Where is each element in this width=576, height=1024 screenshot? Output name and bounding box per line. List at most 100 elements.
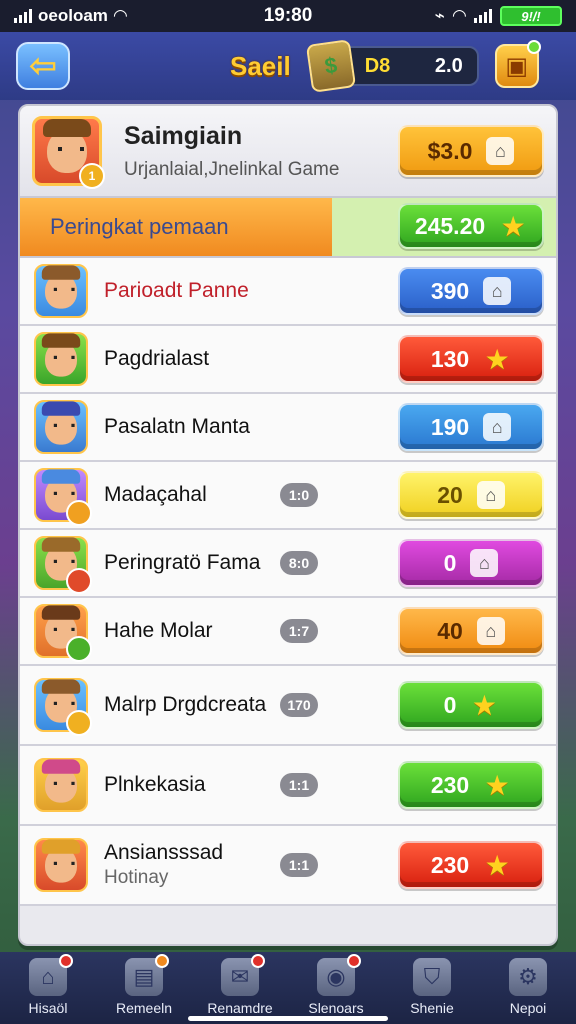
friends-icon: ◉ [317,954,361,996]
home-icon: ⌂ [476,481,505,509]
player-name-text: Peringratö Fama [104,551,261,574]
player-name: Hahe Molar [104,619,280,643]
back-arrow-icon: ⇦ [28,47,58,85]
home-icon: ⌂ [486,137,515,165]
leaderboard-row[interactable]: Plnkekasia 1:1 230 ★ [20,746,556,826]
player-name-text: Madaçahal [104,483,207,506]
avatar[interactable] [34,678,92,736]
level-chip: 170 [280,693,318,717]
avatar[interactable] [34,758,88,812]
currency-counter[interactable]: $ D8 2.0 [305,39,479,93]
nav-item[interactable]: ⌂ Hisaöl [2,954,94,1016]
cash-stack-icon: $ [305,39,356,93]
battery-label: 9!/! [521,8,541,24]
ranking-score-button[interactable]: 245.20 ★ [398,203,544,249]
avatar[interactable] [34,332,88,386]
leaderboard-row[interactable]: Pasalatn Manta 190 ⌂ [20,394,556,462]
score-value: 230 [430,851,470,878]
level-chip: 1:7 [280,619,318,643]
star-icon: ★ [484,849,510,881]
level-badge-icon [66,710,92,736]
level-chip: 8:0 [280,551,318,575]
player-header: 1 Saimgiain Urjanlaial,Jnelinkal Game $3… [20,106,556,198]
nav-item[interactable]: ✉ Renamdre [194,954,286,1016]
player-name-text: Ansiansssad [104,841,224,864]
avatar[interactable] [34,468,92,526]
score-value: 130 [430,345,470,372]
star-icon: ★ [484,343,510,375]
nfc-icon: ⌁ [434,6,445,25]
score-button[interactable]: 390 ⌂ [398,267,544,315]
player-name: Parioadt Panne [104,279,398,303]
leaderboard-list: Parioadt Panne 390 ⌂ Pagdrialast 130 ★ P… [20,258,556,906]
score-button[interactable]: 40 ⌂ [398,607,544,655]
player-subtitle: Urjanlaial,Jnelinkal Game [124,158,340,180]
avatar[interactable]: 1 [32,116,105,189]
player-name: Pagdrialast [104,347,398,371]
player-face-icon [41,333,81,377]
level-badge-icon [66,500,92,526]
player-name-text: Plnkekasia [104,773,206,796]
player-name-text: Pagdrialast [104,347,210,370]
shop-button[interactable]: ▣ [494,40,541,88]
leaderboard-row[interactable]: Pagdrialast 130 ★ [20,326,556,394]
player-face-icon [41,401,81,445]
leaderboard-row[interactable]: Madaçahal 1:0 20 ⌂ [20,462,556,530]
score-value: 190 [430,413,470,440]
nav-label: Renamdre [207,1000,273,1016]
star-icon: ★ [471,689,497,721]
leaderboard-row[interactable]: Parioadt Panne 390 ⌂ [20,258,556,326]
score-button[interactable]: 230 ★ [398,841,544,889]
player-face-icon [41,759,81,803]
status-bar: oeoloam ◠ 19:80 ⌁ ◠ 9!/! [0,0,576,32]
avatar[interactable] [34,264,88,318]
score-button[interactable]: 0 ★ [398,681,544,729]
header-score-button[interactable]: $3.0 ⌂ [398,125,544,177]
avatar[interactable] [34,838,88,892]
nav-label: Slenoars [308,1000,364,1016]
score-button[interactable]: 130 ★ [398,335,544,383]
player-name: Pasalatn Manta [104,415,398,439]
shopping-bag-icon: ▣ [505,52,529,80]
carrier-label: oeoloam [38,6,108,25]
player-name-text: Parioadt Panne [104,279,249,302]
back-button[interactable]: ⇦ [16,42,70,90]
score-value: 0 [443,549,457,576]
score-button[interactable]: 230 ★ [398,761,544,809]
avatar[interactable] [34,400,88,454]
home-icon: ⌂ [483,413,512,441]
leaderboard-panel: 1 Saimgiain Urjanlaial,Jnelinkal Game $3… [18,104,558,946]
header-score: $3.0 [427,137,473,164]
score-value: 40 [437,617,463,644]
score-value: 230 [430,771,470,798]
leaderboard-row[interactable]: Peringratö Fama 8:0 0 ⌂ [20,530,556,598]
level-badge-icon: 1 [79,163,105,189]
player-face-icon [41,265,81,309]
avatar[interactable] [34,604,92,662]
player-name: Malrp Drgdcreata [104,693,280,717]
nav-item[interactable]: ⛉ Shenie [386,958,478,1016]
score-button[interactable]: 20 ⌂ [398,471,544,519]
cell-signal-icon [474,9,492,23]
leaderboard-row[interactable]: Malrp Drgdcreata 170 0 ★ [20,666,556,746]
player-name: Madaçahal [104,483,280,507]
nav-item[interactable]: ◉ Slenoars [290,954,382,1016]
cell-signal-icon [14,9,32,23]
leaderboard-row[interactable]: Ansiansssad Hotinay 1:1 230 ★ [20,826,556,906]
avatar[interactable] [34,536,92,594]
shop-icon: ▤ [125,954,169,996]
nav-item[interactable]: ▤ Remeeln [98,954,190,1016]
score-button[interactable]: 190 ⌂ [398,403,544,451]
gear-icon: ⚙ [509,958,547,996]
leaderboard-row[interactable]: Hahe Molar 1:7 40 ⌂ [20,598,556,666]
score-button[interactable]: 0 ⌂ [398,539,544,587]
notification-dot [59,954,73,968]
ranking-bar: Peringkat pemaan 245.20 ★ [20,198,556,258]
nav-label: Hisaöl [28,1000,68,1016]
score-value: 390 [430,277,470,304]
player-name-text: Pasalatn Manta [104,415,250,438]
player-face-icon [43,119,91,173]
shield-icon: ⛉ [413,958,451,996]
nav-item[interactable]: ⚙ Nepoi [482,958,574,1016]
top-bar: ⇦ Saeil $ D8 2.0 ▣ [0,32,576,100]
